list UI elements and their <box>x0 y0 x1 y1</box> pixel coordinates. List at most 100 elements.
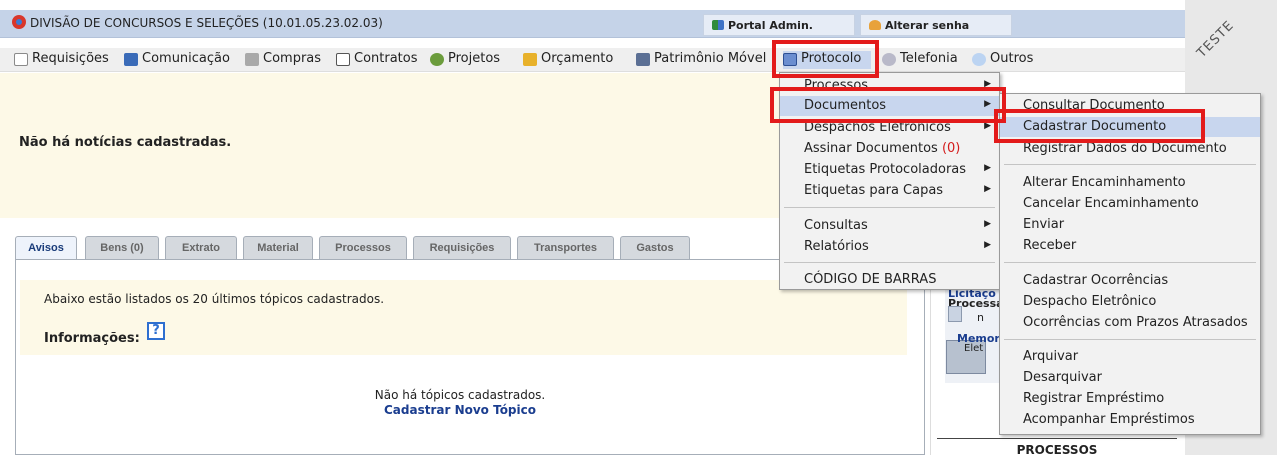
menu-item-label: Documentos <box>804 98 887 113</box>
submenu-arrow-icon: ▶ <box>984 79 991 89</box>
documentos-item-cadastrar[interactable]: Cadastrar Documento <box>1000 117 1260 137</box>
cart-icon <box>245 53 259 66</box>
no-news-message: Não há notícias cadastradas. <box>19 135 232 150</box>
document-icon <box>948 306 962 322</box>
menu-compras[interactable]: Compras <box>245 51 321 69</box>
menu-item-label: Assinar Documentos <box>804 141 938 156</box>
menu-label: Telefonia <box>900 51 958 66</box>
menu-label: Protocolo <box>801 51 862 66</box>
no-topics-message: Não há tópicos cadastrados. <box>374 388 546 402</box>
menu-label: Contratos <box>354 51 418 66</box>
unit-icon <box>12 15 26 29</box>
change-password-button[interactable]: Alterar senha <box>860 14 1012 36</box>
protocolo-item-relatorios[interactable]: Relatórios ▶ <box>780 237 999 257</box>
documentos-item-despacho-eletronico[interactable]: Despacho Eletrônico <box>1000 292 1260 312</box>
unit-title: DIVISÃO DE CONCURSOS E SELEÇÕES (10.01.0… <box>12 15 383 30</box>
menu-separator <box>784 207 995 208</box>
menu-comunicacao[interactable]: Comunicação <box>124 51 230 69</box>
documentos-item-ocorrencias-atrasadas[interactable]: Ocorrências com Prazos Atrasados <box>1000 313 1260 333</box>
submenu-arrow-icon: ▶ <box>984 99 991 109</box>
documentos-item-desarquivar[interactable]: Desarquivar <box>1000 368 1260 388</box>
menu-label: Outros <box>990 51 1034 66</box>
contract-icon <box>336 53 350 66</box>
user-icon <box>869 20 881 30</box>
documentos-item-acompanhar-emprestimos[interactable]: Acompanhar Empréstimos <box>1000 410 1260 430</box>
help-icon[interactable]: ? <box>147 322 165 340</box>
submenu-arrow-icon: ▶ <box>984 184 991 194</box>
budget-icon <box>523 53 537 66</box>
menu-orcamento[interactable]: Orçamento <box>523 51 613 69</box>
documentos-submenu: Consultar Documento Cadastrar Documento … <box>999 93 1261 435</box>
protocolo-item-etiquetas-protocoladoras[interactable]: Etiquetas Protocoladoras ▶ <box>780 160 999 180</box>
protocol-icon <box>783 53 797 66</box>
protocolo-item-despachos[interactable]: Despachos Eletrônicos ▶ <box>780 118 999 138</box>
tab-requisicoes[interactable]: Requisições <box>413 236 511 260</box>
tab-gastos[interactable]: Gastos <box>620 236 690 260</box>
documentos-item-registrar-dados[interactable]: Registrar Dados do Documento <box>1000 139 1260 159</box>
menu-contratos[interactable]: Contratos <box>336 51 418 69</box>
documentos-item-registrar-emprestimo[interactable]: Registrar Empréstimo <box>1000 389 1260 409</box>
submenu-arrow-icon: ▶ <box>984 240 991 250</box>
submenu-arrow-icon: ▶ <box>984 219 991 229</box>
menu-item-label: CÓDIGO DE BARRAS <box>804 272 937 287</box>
portal-admin-label: Portal Admin. <box>728 19 813 32</box>
menu-projetos[interactable]: Projetos <box>430 51 500 69</box>
menu-separator <box>784 262 995 263</box>
menu-label: Patrimônio Móvel <box>654 51 767 66</box>
menu-separator <box>1004 164 1256 165</box>
documentos-item-arquivar[interactable]: Arquivar <box>1000 347 1260 367</box>
menu-label: Orçamento <box>541 51 614 66</box>
documentos-item-cancelar-encaminhamento[interactable]: Cancelar Encaminhamento <box>1000 194 1260 214</box>
portal-admin-button[interactable]: Portal Admin. <box>703 14 855 36</box>
menu-item-label: Etiquetas Protocoladoras <box>804 162 967 177</box>
menu-protocolo[interactable]: Protocolo <box>783 51 871 69</box>
unit-title-text: DIVISÃO DE CONCURSOS E SELEÇÕES (10.01.0… <box>30 16 383 30</box>
tab-extrato[interactable]: Extrato <box>165 236 237 260</box>
protocolo-item-assinar[interactable]: Assinar Documentos (0) <box>780 139 999 159</box>
menu-label: Comunicação <box>142 51 230 66</box>
processos-section-title: PROCESSOS <box>937 438 1177 455</box>
menu-requisicoes[interactable]: Requisições <box>14 51 109 69</box>
change-password-label: Alterar senha <box>885 19 970 32</box>
phone-icon <box>882 53 896 66</box>
menu-item-label: Despachos Eletrônicos <box>804 120 951 135</box>
documentos-item-cadastrar-ocorrencias[interactable]: Cadastrar Ocorrências <box>1000 271 1260 291</box>
eletronico-label: Elet <box>964 343 984 354</box>
menu-telefonia[interactable]: Telefonia <box>882 51 958 69</box>
protocolo-item-documentos[interactable]: Documentos ▶ <box>780 96 999 116</box>
menu-patrimonio-movel[interactable]: Patrimônio Móvel <box>636 51 766 69</box>
new-topic-link[interactable]: Cadastrar Novo Tópico <box>300 403 620 417</box>
unit-header: DIVISÃO DE CONCURSOS E SELEÇÕES (10.01.0… <box>0 10 1185 38</box>
protocolo-menu: Processos ▶ Documentos ▶ Despachos Eletrôn… <box>779 72 1000 290</box>
documentos-item-consultar[interactable]: Consultar Documento <box>1000 96 1260 116</box>
menu-item-label: Processos <box>804 78 869 93</box>
projects-icon <box>430 53 444 66</box>
menu-item-label: Relatórios <box>804 239 869 254</box>
protocolo-item-etiquetas-capas[interactable]: Etiquetas para Capas ▶ <box>780 181 999 201</box>
menu-label: Projetos <box>448 51 501 66</box>
tab-bens[interactable]: Bens (0) <box>85 236 159 260</box>
document-icon <box>14 53 28 66</box>
pending-count-badge: (0) <box>941 141 961 156</box>
portal-icon <box>712 20 724 30</box>
documentos-item-receber[interactable]: Receber <box>1000 236 1260 256</box>
main-menubar: Requisições Comunicação Compras Contrato… <box>0 48 1185 72</box>
menu-item-label: Consultas <box>804 218 868 233</box>
documentos-item-alterar-encaminhamento[interactable]: Alterar Encaminhamento <box>1000 173 1260 193</box>
topics-intro-text: Abaixo estão listados os 20 últimos tópi… <box>44 292 385 306</box>
tab-processos[interactable]: Processos <box>319 236 407 260</box>
submenu-arrow-icon: ▶ <box>984 163 991 173</box>
submenu-arrow-icon: ▶ <box>984 121 991 131</box>
tab-transportes[interactable]: Transportes <box>517 236 614 260</box>
documentos-item-enviar[interactable]: Enviar <box>1000 215 1260 235</box>
protocolo-item-consultas[interactable]: Consultas ▶ <box>780 216 999 236</box>
menu-label: Compras <box>263 51 322 66</box>
menu-outros[interactable]: Outros <box>972 51 1033 69</box>
menu-item-label: Etiquetas para Capas <box>804 183 944 198</box>
protocolo-item-processos[interactable]: Processos ▶ <box>780 76 999 96</box>
tab-material[interactable]: Material <box>243 236 313 260</box>
menu-separator <box>1004 262 1256 263</box>
info-label: Informações: <box>44 331 140 346</box>
rp-partial-text: n <box>977 311 984 324</box>
protocolo-item-codigo-barras[interactable]: CÓDIGO DE BARRAS <box>780 270 999 290</box>
